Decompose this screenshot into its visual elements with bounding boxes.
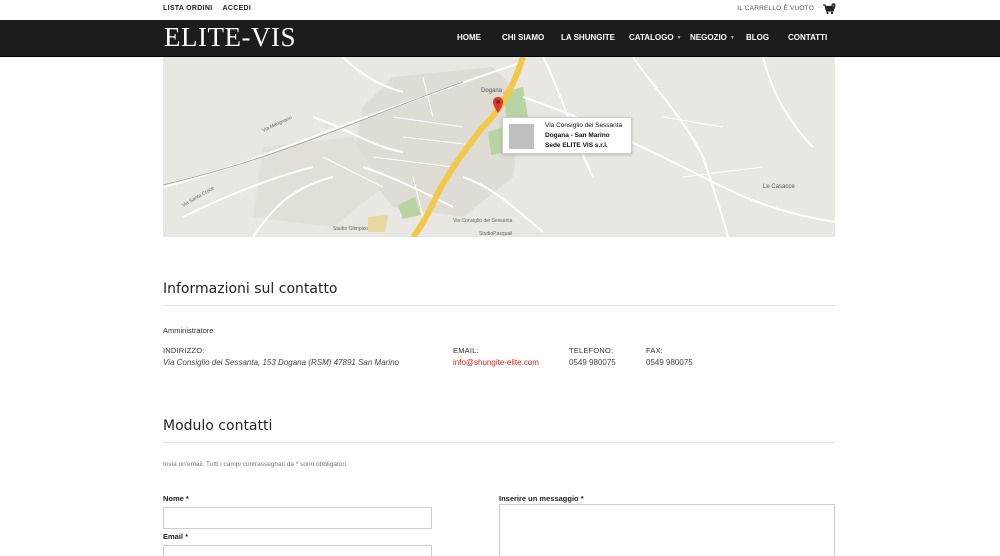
- map-marker-icon[interactable]: [493, 97, 503, 113]
- location-map[interactable]: Dogana Le Casacce Via Consiglio dei Sess…: [163, 57, 835, 237]
- nav-negozio[interactable]: NEGOZIO ▼: [690, 33, 735, 42]
- email-label: EMAIL:: [453, 346, 479, 355]
- location-thumbnail: [509, 124, 534, 149]
- nav-chi-siamo[interactable]: CHI SIAMO: [502, 33, 544, 42]
- email-link[interactable]: info@shungite-elite.com: [453, 358, 539, 367]
- message-textarea[interactable]: [499, 504, 835, 556]
- map-label-dogana: Dogana: [481, 88, 503, 94]
- nav-blog[interactable]: BLOG: [746, 33, 769, 42]
- nav-home[interactable]: HOME: [457, 33, 481, 42]
- main-navbar: ELITE-VIS HOME CHI SIAMO LA SHUNGITE CAT…: [0, 20, 1000, 57]
- chevron-down-icon: ▼: [676, 35, 682, 41]
- form-note: Invia un'email. Tutti i campi contrasseg…: [163, 461, 348, 468]
- cart-status[interactable]: IL CARRELLO È VUOTO: [737, 5, 814, 12]
- map-label-via-consiglio: Via Consiglio dei Sessanta: [453, 218, 513, 224]
- address-label: INDIRIZZO:: [163, 346, 205, 355]
- chevron-down-icon: ▼: [729, 35, 735, 41]
- name-input[interactable]: [163, 507, 432, 529]
- fax-value: 0549 980075: [646, 358, 693, 367]
- login-link[interactable]: ACCEDI: [223, 5, 252, 12]
- map-label-stadio: Stadio Olimpico: [333, 226, 368, 232]
- message-label: Inserire un messaggio *: [499, 494, 584, 503]
- address-value: Via Consiglio dei Sessanta, 153 Dogana (…: [163, 358, 399, 367]
- fax-label: FAX:: [646, 346, 664, 355]
- top-utility-bar: LISTA ORDINI ACCEDI IL CARRELLO È VUOTO …: [0, 0, 1000, 20]
- site-logo[interactable]: ELITE-VIS: [164, 22, 296, 53]
- map-info-company: Sede ELITE VIS s.r.l.: [545, 142, 608, 149]
- email-field-label: Email *: [163, 532, 189, 541]
- cart-icon[interactable]: 0: [822, 3, 836, 15]
- map-info-street: Via Consiglio dei Sessanta: [545, 122, 623, 129]
- account-links: LISTA ORDINI ACCEDI: [163, 5, 259, 12]
- orders-list-link[interactable]: LISTA ORDINI: [163, 5, 213, 12]
- nav-catalogo[interactable]: CATALOGO ▼: [629, 33, 682, 42]
- divider: [163, 305, 835, 306]
- map-canvas[interactable]: Dogana Le Casacce Via Consiglio dei Sess…: [163, 57, 835, 237]
- contact-info-title: Informazioni sul contatto: [163, 281, 338, 297]
- map-info-window[interactable]: Via Consiglio dei Sessanta Dogana - San …: [502, 117, 632, 154]
- nav-contatti[interactable]: CONTATTI: [788, 33, 827, 42]
- name-label: Nome *: [163, 494, 189, 503]
- map-info-city: Dogana - San Marino: [545, 132, 610, 139]
- map-label-studio: StudioPasquali: [479, 231, 512, 237]
- phone-value: 0549 980075: [569, 358, 616, 367]
- phone-label: TELEFONO:: [569, 346, 614, 355]
- map-label-le-casacce: Le Casacce: [763, 184, 795, 190]
- email-input[interactable]: [163, 545, 432, 556]
- divider: [163, 442, 835, 443]
- contact-form-title: Modulo contatti: [163, 418, 273, 434]
- nav-la-shungite[interactable]: LA SHUNGITE: [561, 33, 615, 42]
- contact-role: Amministratore: [163, 326, 214, 335]
